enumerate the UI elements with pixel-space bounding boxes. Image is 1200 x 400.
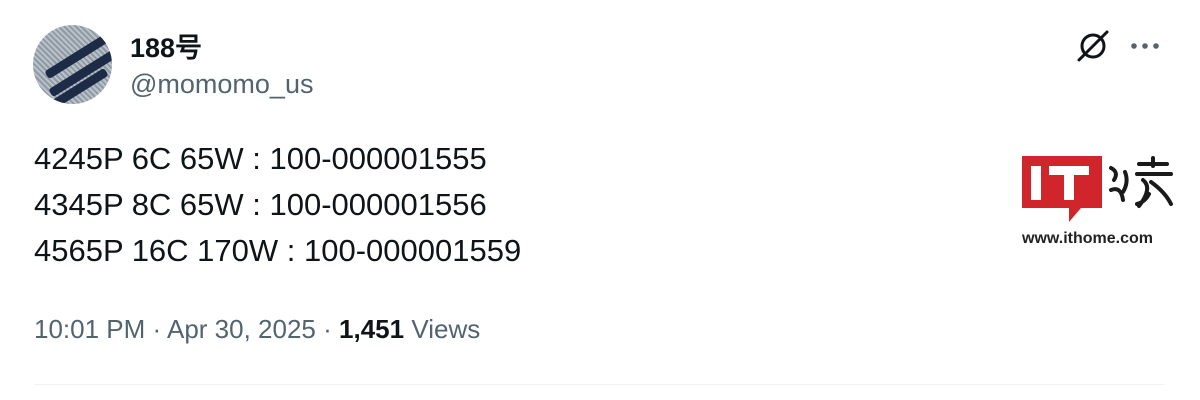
watermark-url: www.ithome.com [1022,230,1153,247]
tweet-date[interactable]: Apr 30, 2025 [167,314,316,344]
views-count: 1,451 [339,314,405,344]
meta-separator: · [152,314,162,344]
tweet-card: 188号 @momomo_us 4245P 6C 65W : 100-00000… [0,0,1200,400]
views-label: Views [411,314,481,344]
tweet-meta: 10:01 PM · Apr 30, 2025 · 1,451 Views [34,314,480,345]
author-handle[interactable]: @momomo_us [130,69,313,100]
tweet-line: 4565P 16C 170W : 100-000001559 [34,233,522,268]
more-icon[interactable] [1127,28,1163,64]
meta-separator: · [323,314,332,344]
author-display-name[interactable]: 188号 [130,26,202,65]
divider [34,384,1165,385]
tweet-line: 4345P 8C 65W : 100-000001556 [34,187,487,222]
ithome-logo [1022,156,1173,222]
tweet-line: 4245P 6C 65W : 100-000001555 [34,141,487,176]
tweet-text: 4245P 6C 65W : 100-000001555 4345P 8C 65… [34,136,521,274]
tweet-time[interactable]: 10:01 PM [34,314,145,344]
avatar[interactable] [33,25,112,104]
ithome-watermark: www.ithome.com [1019,150,1184,250]
grok-icon[interactable] [1073,26,1113,66]
